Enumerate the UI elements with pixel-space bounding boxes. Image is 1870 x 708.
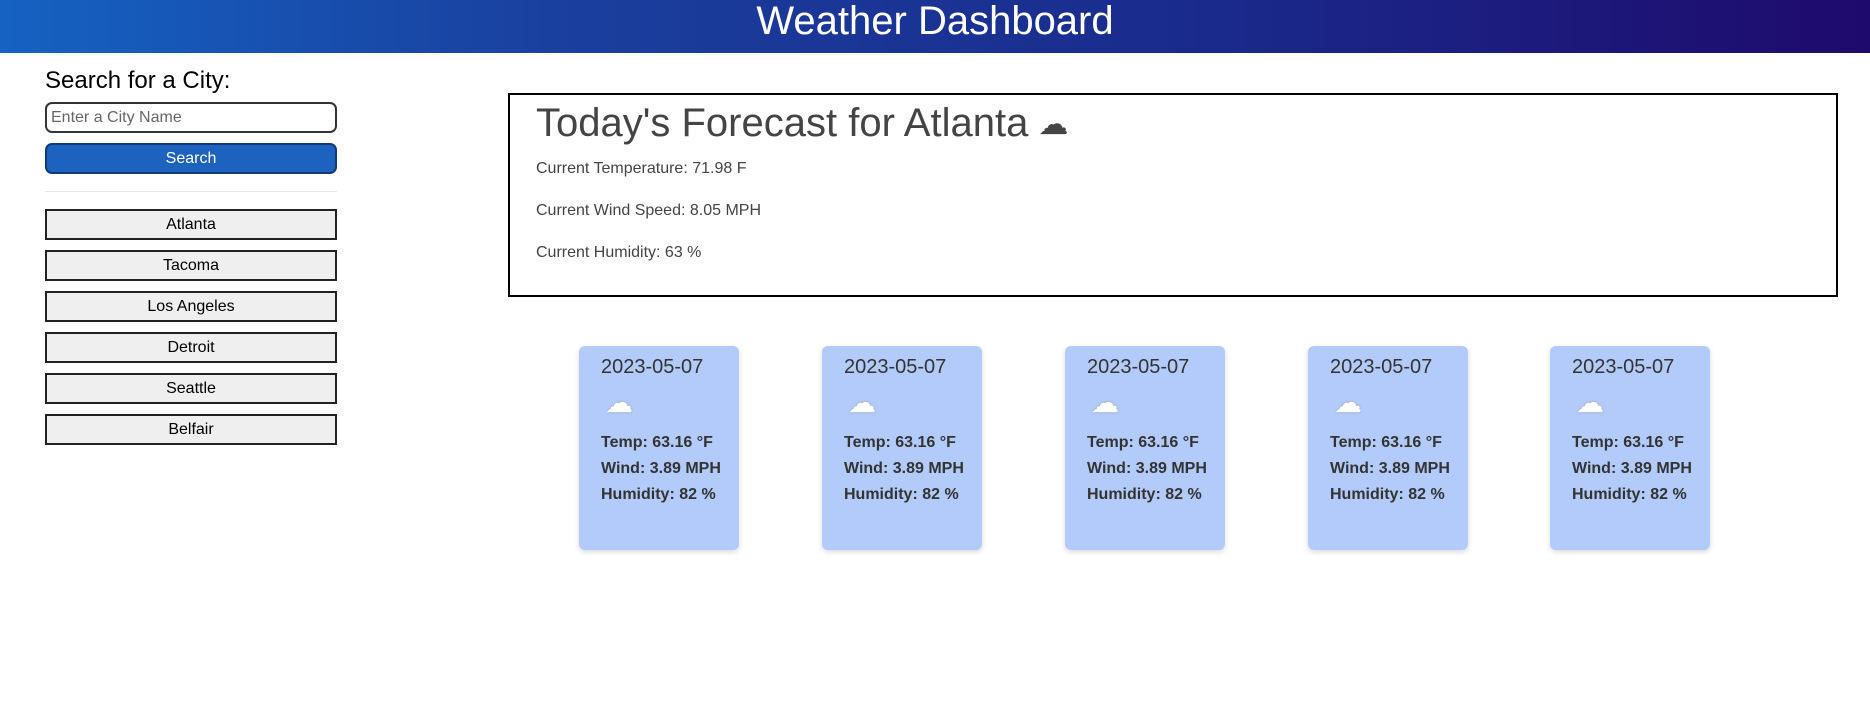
forecast-date: 2023-05-07 — [1330, 356, 1433, 378]
forecast-card: 2023-05-07 ☁ Temp: 63.16 °F Wind: 3.89 M… — [1308, 346, 1468, 550]
forecast-temp: Temp: 63.16 °F — [1330, 434, 1442, 451]
city-search-input[interactable] — [45, 102, 337, 133]
cloud-icon: ☁ — [1334, 387, 1362, 418]
forecast-humidity: Humidity: 82 % — [1572, 486, 1687, 503]
today-forecast-panel: Today's Forecast for Atlanta ☁ Current Te… — [508, 93, 1838, 297]
forecast-date: 2023-05-07 — [844, 356, 947, 378]
cloudy-icon: ☁ — [1038, 108, 1069, 142]
search-history-list: Atlanta Tacoma Los Angeles Detroit Seatt… — [45, 209, 337, 445]
forecast-temp: Temp: 63.16 °F — [1572, 434, 1684, 451]
forecast-wind: Wind: 3.89 MPH — [844, 460, 964, 477]
search-sidebar: Search for a City: Search Atlanta Tacoma… — [45, 64, 337, 455]
search-title: Search for a City: — [45, 67, 231, 94]
history-city-seattle[interactable]: Seattle — [45, 373, 337, 404]
forecast-wind: Wind: 3.89 MPH — [1572, 460, 1692, 477]
cloud-icon: ☁ — [1576, 387, 1604, 418]
forecast-wind: Wind: 3.89 MPH — [1087, 460, 1207, 477]
forecast-date: 2023-05-07 — [1572, 356, 1675, 378]
forecast-humidity: Humidity: 82 % — [1087, 486, 1202, 503]
forecast-card: 2023-05-07 ☁ Temp: 63.16 °F Wind: 3.89 M… — [822, 346, 982, 550]
forecast-card: 2023-05-07 ☁ Temp: 63.16 °F Wind: 3.89 M… — [1550, 346, 1710, 550]
current-humidity: Current Humidity: 63 % — [536, 244, 702, 262]
history-city-belfair[interactable]: Belfair — [45, 414, 337, 445]
history-city-detroit[interactable]: Detroit — [45, 332, 337, 363]
forecast-date: 2023-05-07 — [1087, 356, 1190, 378]
search-button[interactable]: Search — [45, 143, 337, 174]
current-temperature: Current Temperature: 71.98 F — [536, 160, 747, 178]
forecast-date: 2023-05-07 — [601, 356, 704, 378]
cloud-icon: ☁ — [605, 387, 633, 418]
forecast-temp: Temp: 63.16 °F — [1087, 434, 1199, 451]
today-forecast-heading: Today's Forecast for Atlanta — [536, 101, 1029, 145]
forecast-humidity: Humidity: 82 % — [601, 486, 716, 503]
cloud-icon: ☁ — [848, 387, 876, 418]
today-forecast-title: Today's Forecast for Atlanta ☁ — [536, 98, 1810, 150]
history-city-atlanta[interactable]: Atlanta — [45, 209, 337, 240]
forecast-card: 2023-05-07 ☁ Temp: 63.16 °F Wind: 3.89 M… — [1065, 346, 1225, 550]
page-title: Weather Dashboard — [756, 0, 1114, 43]
history-city-tacoma[interactable]: Tacoma — [45, 250, 337, 281]
page-header: Weather Dashboard — [0, 0, 1870, 53]
forecast-humidity: Humidity: 82 % — [844, 486, 959, 503]
forecast-temp: Temp: 63.16 °F — [601, 434, 713, 451]
sidebar-divider — [45, 191, 337, 192]
cloud-icon: ☁ — [1091, 387, 1119, 418]
forecast-card: 2023-05-07 ☁ Temp: 63.16 °F Wind: 3.89 M… — [579, 346, 739, 550]
forecast-temp: Temp: 63.16 °F — [844, 434, 956, 451]
current-wind-speed: Current Wind Speed: 8.05 MPH — [536, 202, 761, 220]
forecast-wind: Wind: 3.89 MPH — [601, 460, 721, 477]
history-city-los-angeles[interactable]: Los Angeles — [45, 291, 337, 322]
forecast-humidity: Humidity: 82 % — [1330, 486, 1445, 503]
forecast-wind: Wind: 3.89 MPH — [1330, 460, 1450, 477]
